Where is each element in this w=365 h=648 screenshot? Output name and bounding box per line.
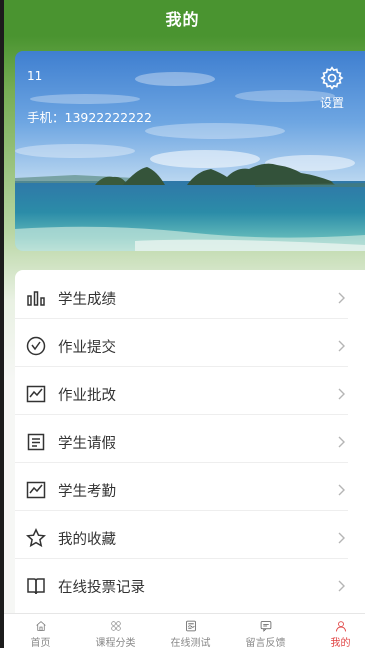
- line-chart-icon: [25, 383, 47, 405]
- chevron-right-icon: [338, 388, 345, 400]
- bottom-tab-bar: 首页 课程分类 在线测试 留言反馈 我的: [0, 613, 365, 648]
- gear-icon: [320, 66, 344, 90]
- star-icon: [25, 527, 47, 549]
- tab-home[interactable]: 首页: [4, 614, 77, 648]
- menu-item-label: 作业批改: [58, 387, 116, 404]
- menu-item-label: 作业提交: [58, 339, 116, 356]
- profile-page: 我的 11 手机：13922222222 设置 学生成绩 作业提交 作业批改 学…: [0, 0, 365, 648]
- chevron-right-icon: [338, 292, 345, 304]
- bar-chart-icon: [25, 287, 47, 309]
- chevron-right-icon: [338, 340, 345, 352]
- menu-list: 学生成绩 作业提交 作业批改 学生请假 学生考勤 我的收藏 在线投票记录: [15, 270, 365, 615]
- menu-item-homework-submit[interactable]: 作业提交: [15, 322, 348, 370]
- divider: [15, 414, 348, 415]
- divider: [15, 510, 348, 511]
- tab-feedback[interactable]: 留言反馈: [229, 614, 302, 648]
- divider: [15, 558, 348, 559]
- menu-item-label: 学生请假: [58, 435, 116, 452]
- divider: [15, 366, 348, 367]
- check-circle-icon: [25, 335, 47, 357]
- user-phone: 手机：13922222222: [27, 110, 152, 125]
- menu-item-attendance[interactable]: 学生考勤: [15, 466, 348, 514]
- tab-label: 课程分类: [95, 638, 136, 648]
- profile-card: 11 手机：13922222222 设置: [15, 51, 365, 251]
- top-bar: 我的: [0, 0, 365, 36]
- menu-item-label: 学生考勤: [58, 483, 116, 500]
- chat-icon: [260, 621, 271, 632]
- grid-icon: [110, 621, 121, 631]
- menu-item-favorites[interactable]: 我的收藏: [15, 514, 348, 562]
- page-title: 我的: [165, 10, 200, 29]
- chevron-right-icon: [338, 484, 345, 496]
- menu-item-grades[interactable]: 学生成绩: [15, 274, 348, 322]
- tab-label: 留言反馈: [245, 638, 286, 648]
- menu-item-homework-grading[interactable]: 作业批改: [15, 370, 348, 418]
- chevron-right-icon: [338, 436, 345, 448]
- tab-categories[interactable]: 课程分类: [79, 614, 152, 648]
- tab-label: 在线测试: [170, 638, 211, 648]
- chevron-right-icon: [338, 532, 345, 544]
- menu-item-label: 我的收藏: [58, 531, 116, 548]
- exam-paper-icon: [185, 620, 196, 632]
- beach-background-image: [15, 51, 365, 251]
- tab-label: 首页: [30, 638, 51, 648]
- user-name: 11: [27, 69, 43, 83]
- home-icon: [35, 621, 46, 631]
- menu-item-vote-records[interactable]: 在线投票记录: [15, 562, 348, 610]
- divider: [15, 462, 348, 463]
- tab-online-test[interactable]: 在线测试: [154, 614, 227, 648]
- menu-item-label: 在线投票记录: [58, 579, 145, 596]
- user-icon: [335, 621, 346, 632]
- document-list-icon: [25, 431, 47, 453]
- tab-label: 我的: [330, 638, 351, 648]
- book-icon: [25, 575, 47, 597]
- menu-item-label: 学生成绩: [58, 291, 116, 308]
- divider: [15, 318, 348, 319]
- line-chart-icon: [25, 479, 47, 501]
- window-edge: [0, 0, 4, 648]
- settings-label: 设置: [319, 96, 344, 110]
- chevron-right-icon: [338, 580, 345, 592]
- menu-item-leave-request[interactable]: 学生请假: [15, 418, 348, 466]
- tab-mine[interactable]: 我的: [304, 614, 365, 648]
- settings-button[interactable]: 设置: [315, 65, 349, 111]
